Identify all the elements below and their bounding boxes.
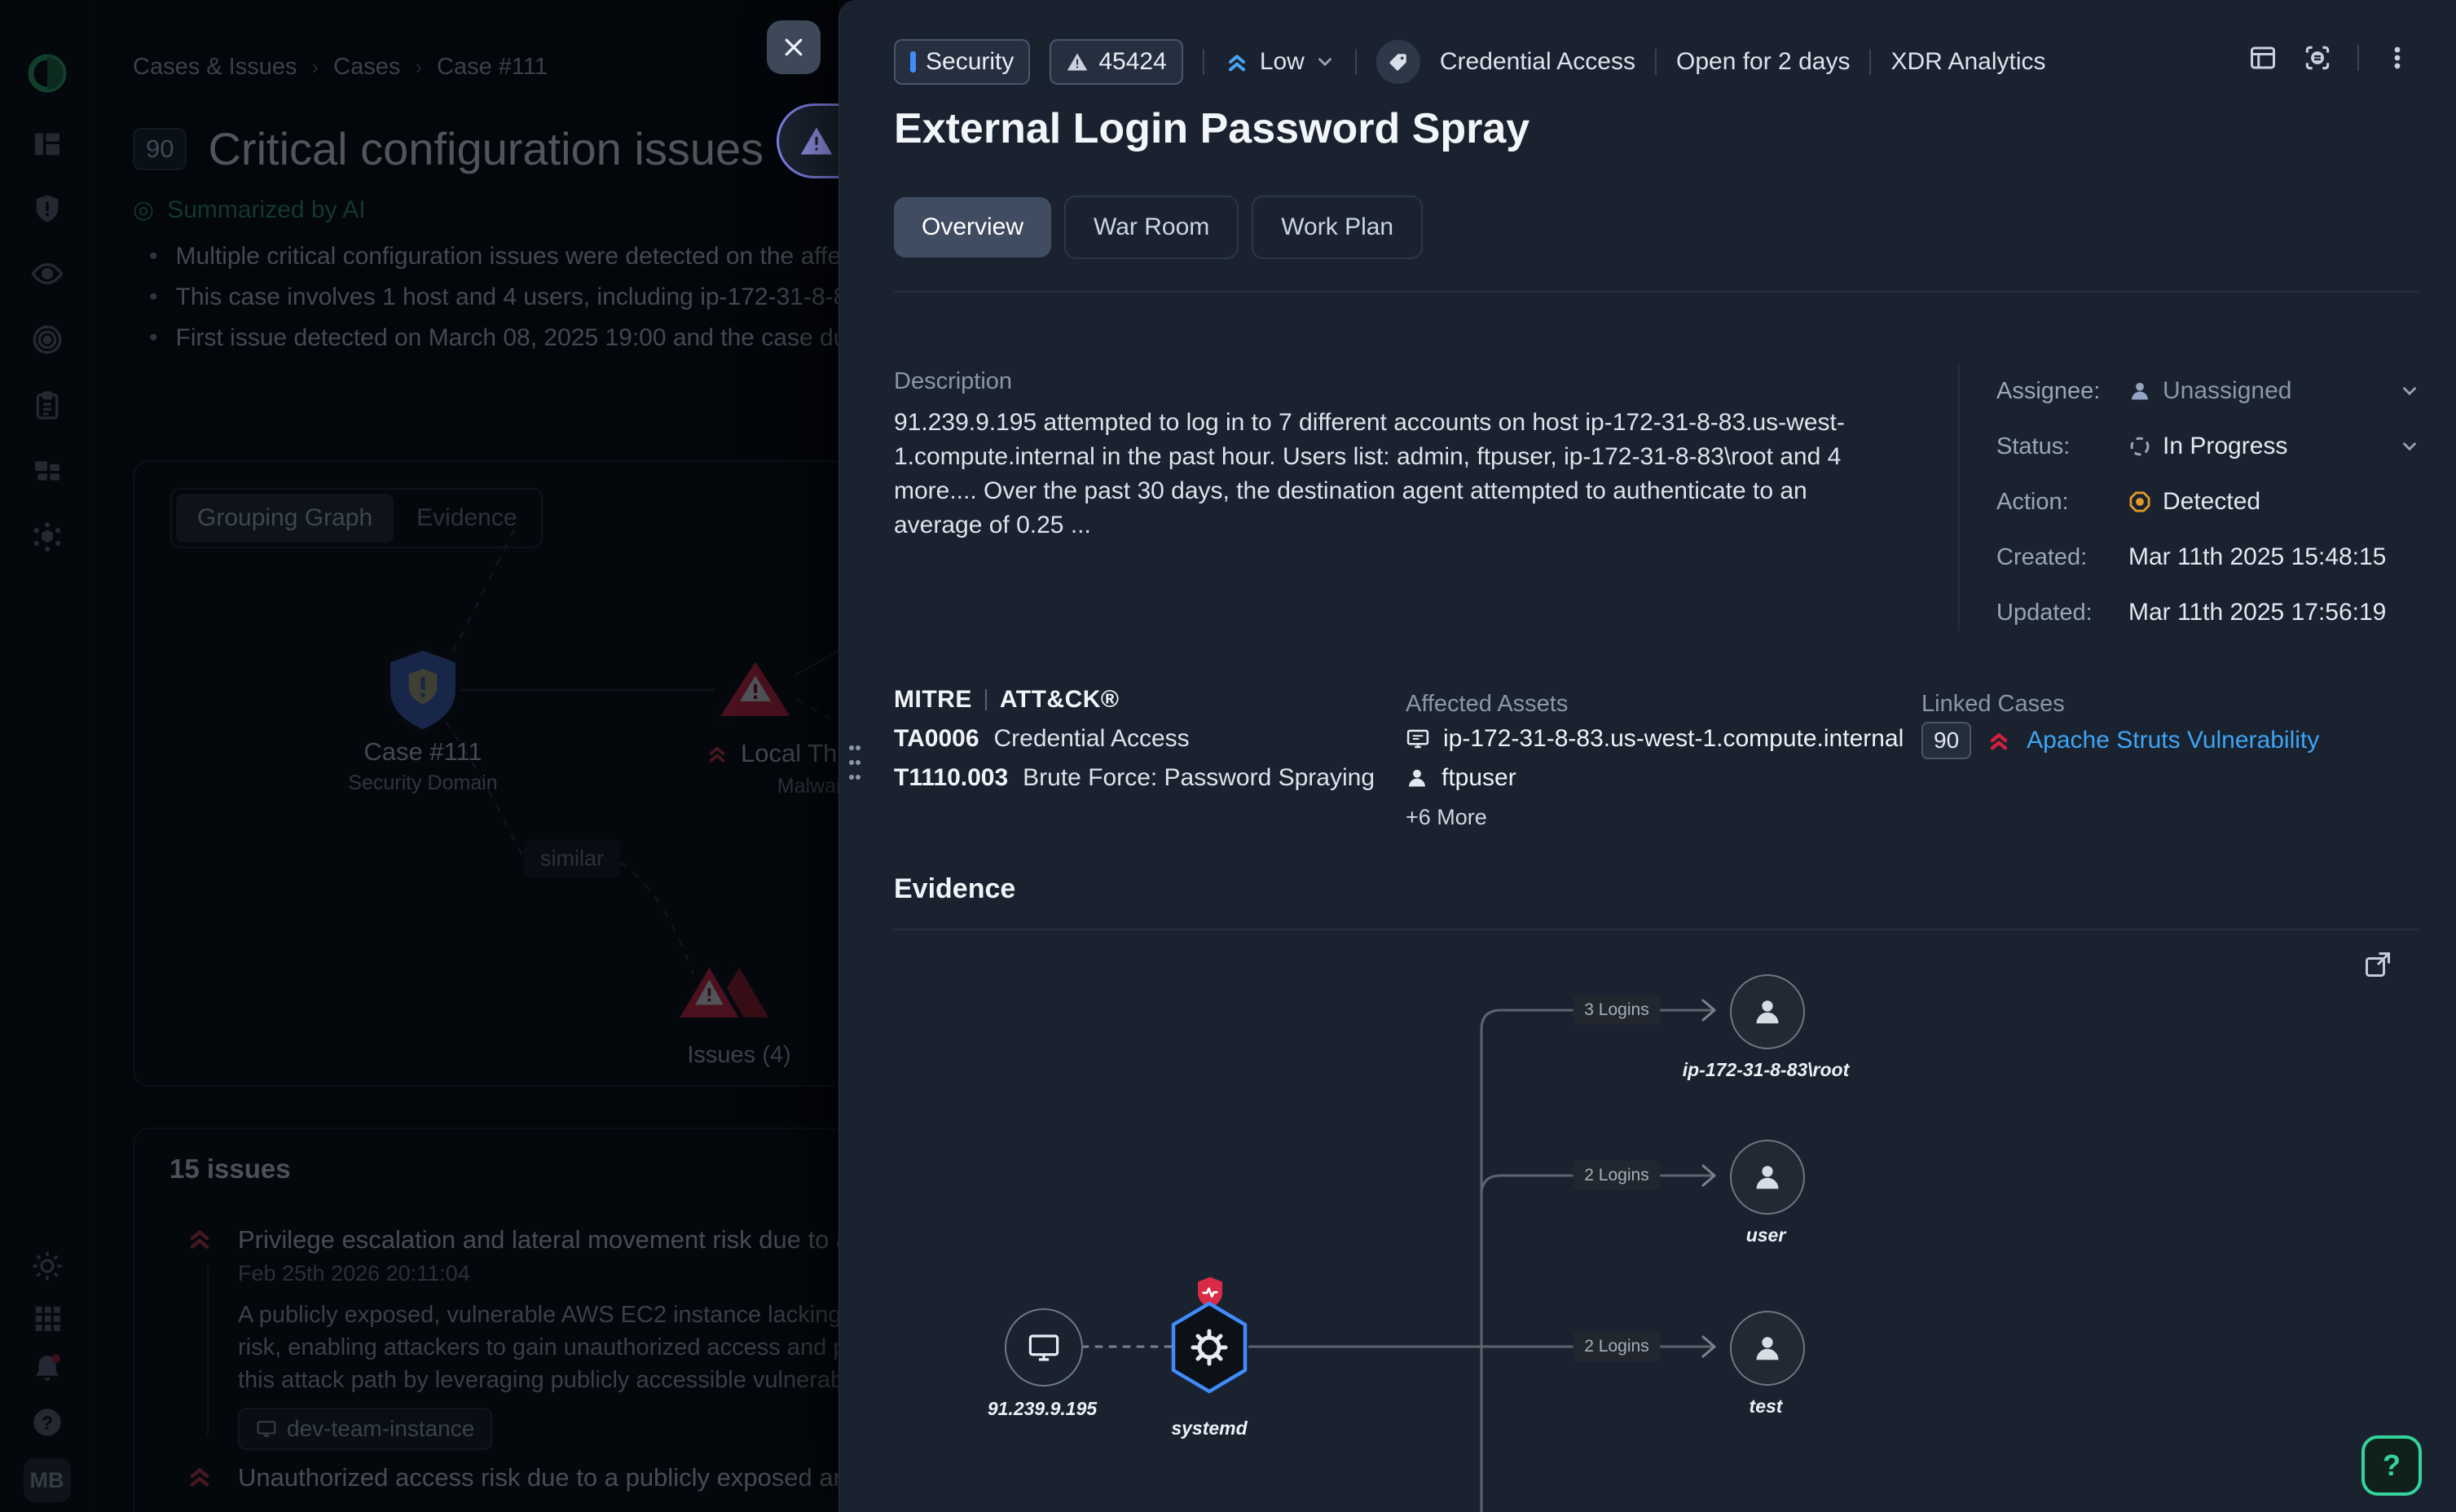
graph-node-user-label: test [1750,1396,1783,1418]
graph-node-user[interactable] [1730,1140,1805,1215]
graph-node-user-label: user [1746,1224,1786,1246]
edge-label-logins: 2 Logins [1573,1161,1660,1190]
person-icon [1752,1162,1783,1193]
help-button[interactable]: ? [2361,1435,2422,1496]
edge-label-logins: 3 Logins [1573,996,1660,1025]
edge-label-logins: 2 Logins [1573,1332,1660,1361]
graph-node-source-ip[interactable] [1005,1308,1083,1387]
person-icon [1752,996,1783,1027]
graph-node-process[interactable] [1167,1300,1252,1395]
monitor-icon [1027,1330,1061,1365]
warning-triangle-icon [799,125,834,157]
app-root: ? MB Cases & Issues › Cases › Case #111 … [0,0,2456,1512]
person-icon [1752,1333,1783,1364]
graph-node-user[interactable] [1730,1311,1805,1386]
evidence-graph-edges [839,0,2456,1512]
close-drawer-button[interactable] [767,20,821,74]
case-drawer: Security 45424 Low Credential Access Ope… [838,0,2456,1512]
graph-node-source-ip-label: 91.239.9.195 [988,1398,1097,1420]
graph-node-user-label: ip-172-31-8-83\root [1683,1059,1850,1081]
graph-node-process-label: systemd [1171,1418,1247,1439]
close-icon [781,35,806,59]
graph-node-user[interactable] [1730,974,1805,1049]
modal-scrim[interactable] [0,0,838,1512]
